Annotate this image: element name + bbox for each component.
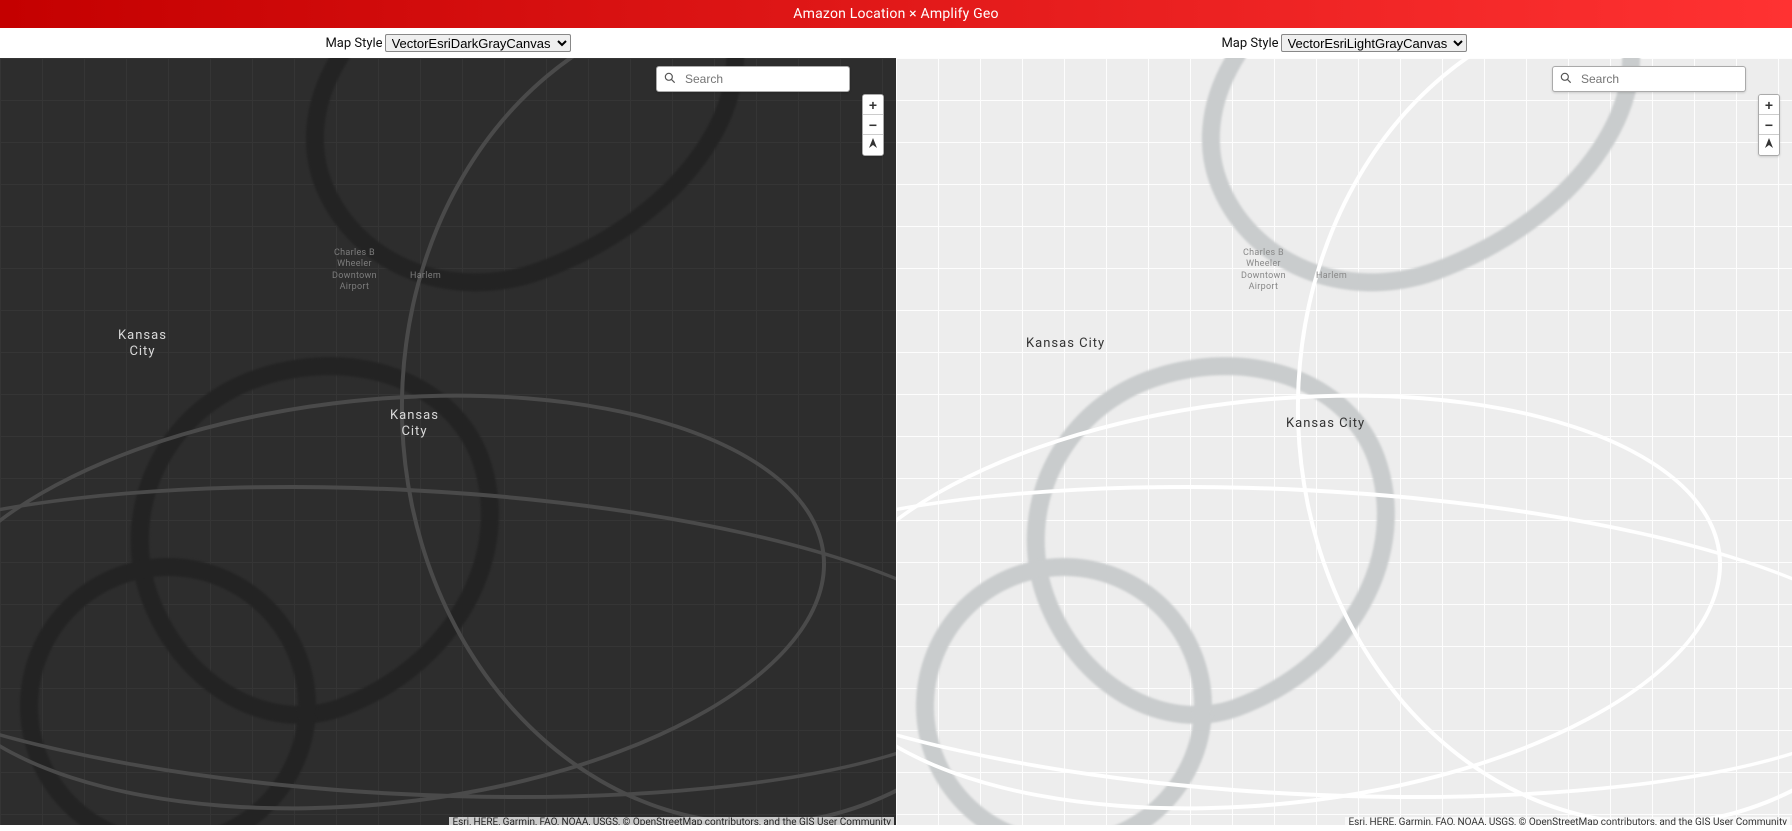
- zoom-in-button[interactable]: +: [863, 95, 883, 115]
- app-title: Amazon Location × Amplify Geo: [793, 6, 998, 22]
- search-input-left[interactable]: [683, 71, 843, 87]
- map-controls-right: + −: [1758, 94, 1780, 156]
- search-box-left[interactable]: [656, 66, 850, 92]
- compass-icon: [868, 137, 878, 153]
- app-header: Amazon Location × Amplify Geo: [0, 0, 1792, 28]
- zoom-out-button[interactable]: −: [1759, 115, 1779, 135]
- compass-button[interactable]: [863, 135, 883, 155]
- style-select-left[interactable]: VectorEsriDarkGrayCanvas VectorEsriLight…: [385, 34, 571, 52]
- search-icon: [1559, 70, 1573, 89]
- style-label-right: Map Style: [1221, 36, 1278, 51]
- search-box-right[interactable]: [1552, 66, 1746, 92]
- map-right[interactable]: Kansas City Kansas City Harlem Charles B…: [896, 58, 1792, 831]
- map-left[interactable]: KansasCity KansasCity Harlem Charles BWh…: [0, 58, 896, 831]
- style-toolbar: Map Style VectorEsriDarkGrayCanvas Vecto…: [0, 28, 1792, 58]
- style-cell-left: Map Style VectorEsriDarkGrayCanvas Vecto…: [0, 28, 896, 58]
- map-controls-left: + −: [862, 94, 884, 156]
- compass-button[interactable]: [1759, 135, 1779, 155]
- zoom-out-button[interactable]: −: [863, 115, 883, 135]
- compass-icon: [1764, 137, 1774, 153]
- style-cell-right: Map Style VectorEsriDarkGrayCanvas Vecto…: [896, 28, 1792, 58]
- search-icon: [663, 70, 677, 89]
- bottom-strip: [0, 825, 1792, 831]
- search-input-right[interactable]: [1579, 71, 1739, 87]
- style-select-right[interactable]: VectorEsriDarkGrayCanvas VectorEsriLight…: [1281, 34, 1467, 52]
- style-label-left: Map Style: [325, 36, 382, 51]
- zoom-in-button[interactable]: +: [1759, 95, 1779, 115]
